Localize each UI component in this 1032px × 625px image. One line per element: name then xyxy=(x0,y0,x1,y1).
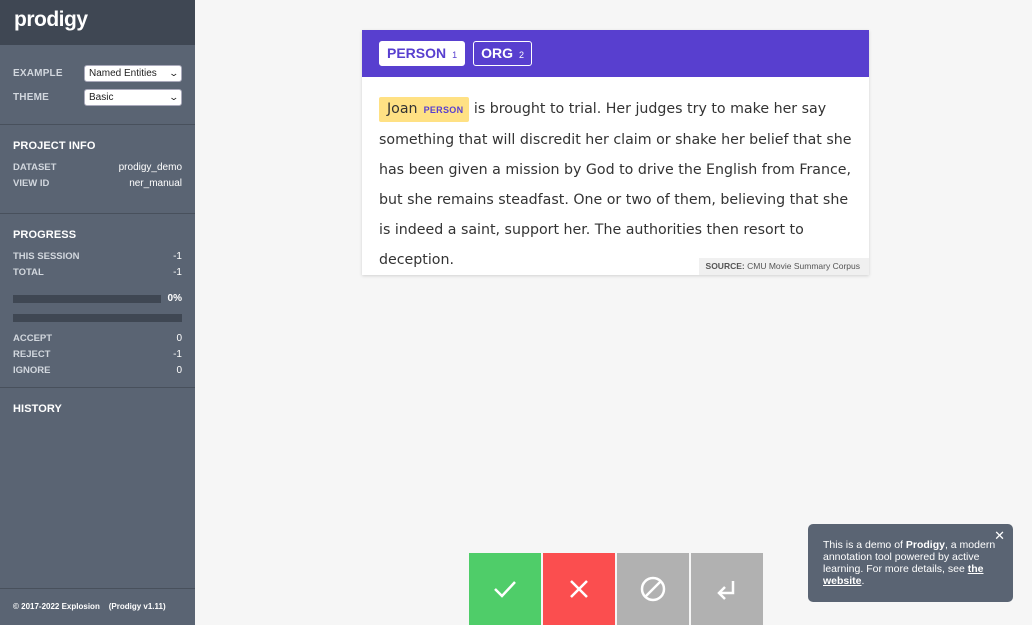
total-label: TOTAL xyxy=(13,267,44,278)
toast-bold: Prodigy xyxy=(905,539,945,551)
progress-section: PROGRESS THIS SESSION -1 TOTAL -1 0% ACC… xyxy=(0,214,195,388)
entity-text: Joan xyxy=(387,101,418,117)
total-value: -1 xyxy=(173,267,182,278)
check-icon xyxy=(494,581,516,598)
sidebar-footer: © 2017-2022 Explosion (Prodigy v1.11) xyxy=(0,588,195,625)
label-bar: PERSON 1 ORG 2 xyxy=(362,30,869,77)
dataset-value: prodigy_demo xyxy=(118,162,182,173)
dataset-label: DATASET xyxy=(13,162,57,173)
view-id-value: ner_manual xyxy=(129,178,182,189)
example-select[interactable]: Named Entities ⌄ xyxy=(84,64,182,82)
annotation-card: PERSON 1 ORG 2 Joan PERSON is brought to … xyxy=(362,30,869,275)
project-info-title: PROJECT INFO xyxy=(13,140,96,152)
view-id-label: VIEW ID xyxy=(13,178,50,189)
reject-count: -1 xyxy=(173,349,182,360)
history-section: HISTORY xyxy=(0,388,195,415)
history-title: HISTORY xyxy=(13,403,62,415)
theme-row: THEME Basic ⌄ xyxy=(13,85,182,109)
project-info-section: PROJECT INFO DATASET prodigy_demo VIEW I… xyxy=(0,125,195,214)
settings-section: EXAMPLE Named Entities ⌄ THEME Basic ⌄ xyxy=(0,45,195,125)
chevron-down-icon: ⌄ xyxy=(168,67,180,78)
label-person-button[interactable]: PERSON 1 xyxy=(379,41,466,66)
decision-bar xyxy=(13,314,182,322)
example-label: EXAMPLE xyxy=(13,67,63,79)
sidebar: prodigy EXAMPLE Named Entities ⌄ THEME B… xyxy=(0,0,195,625)
demo-toast: ✕ This is a demo of Prodigy, a modern an… xyxy=(808,524,1013,602)
ignore-button[interactable] xyxy=(617,553,689,625)
this-session-value: -1 xyxy=(173,251,182,262)
label-person-key: 1 xyxy=(452,50,458,60)
theme-label: THEME xyxy=(13,91,49,103)
text-body: is brought to trial. Her judges try to m… xyxy=(379,101,852,268)
progress-bar-row: 0% xyxy=(13,293,182,304)
view-id-row: VIEW ID ner_manual xyxy=(13,176,182,192)
no-entry-icon xyxy=(640,576,666,602)
label-org-key: 2 xyxy=(519,50,525,60)
logo-bar: prodigy xyxy=(0,0,195,45)
label-org-button[interactable]: ORG 2 xyxy=(473,41,533,66)
close-icon[interactable]: ✕ xyxy=(994,529,1005,542)
progress-bar xyxy=(13,294,161,303)
this-session-row: THIS SESSION -1 xyxy=(13,249,182,265)
theme-select[interactable]: Basic ⌄ xyxy=(84,88,182,106)
ignore-label: IGNORE xyxy=(13,365,51,376)
reject-label: REJECT xyxy=(13,349,51,360)
toast-text-after: . xyxy=(861,575,865,587)
example-select-value: Named Entities xyxy=(89,67,157,79)
source-value: CMU Movie Summary Corpus xyxy=(747,261,860,271)
dataset-row: DATASET prodigy_demo xyxy=(13,160,182,176)
x-icon xyxy=(570,580,588,598)
example-row: EXAMPLE Named Entities ⌄ xyxy=(13,61,182,85)
label-org-name: ORG xyxy=(481,45,514,61)
accept-label: ACCEPT xyxy=(13,333,53,344)
prodigy-logo: prodigy xyxy=(14,8,88,31)
chevron-down-icon: ⌄ xyxy=(168,91,180,102)
this-session-label: THIS SESSION xyxy=(13,251,80,262)
progress-title: PROGRESS xyxy=(13,229,77,241)
source-label: SOURCE: xyxy=(705,261,745,271)
entity-span[interactable]: Joan PERSON xyxy=(379,97,470,122)
return-arrow-icon xyxy=(717,581,735,600)
annotation-text[interactable]: Joan PERSON is brought to trial. Her judg… xyxy=(362,77,869,275)
reject-button[interactable] xyxy=(543,553,615,625)
entity-label: PERSON xyxy=(423,105,464,115)
accept-row: ACCEPT 0 xyxy=(13,331,182,347)
source-tag: SOURCE: CMU Movie Summary Corpus xyxy=(698,258,869,275)
progress-percent: 0% xyxy=(167,293,182,304)
action-buttons xyxy=(469,553,763,625)
reject-row: REJECT -1 xyxy=(13,347,182,363)
ignore-row: IGNORE 0 xyxy=(13,363,182,379)
total-row: TOTAL -1 xyxy=(13,265,182,281)
toast-text-before: This is a demo of xyxy=(823,539,906,551)
ignore-count: 0 xyxy=(176,365,182,376)
accept-count: 0 xyxy=(176,333,182,344)
undo-button[interactable] xyxy=(691,553,763,625)
accept-button[interactable] xyxy=(469,553,541,625)
label-person-name: PERSON xyxy=(387,45,447,61)
theme-select-value: Basic xyxy=(89,91,114,103)
